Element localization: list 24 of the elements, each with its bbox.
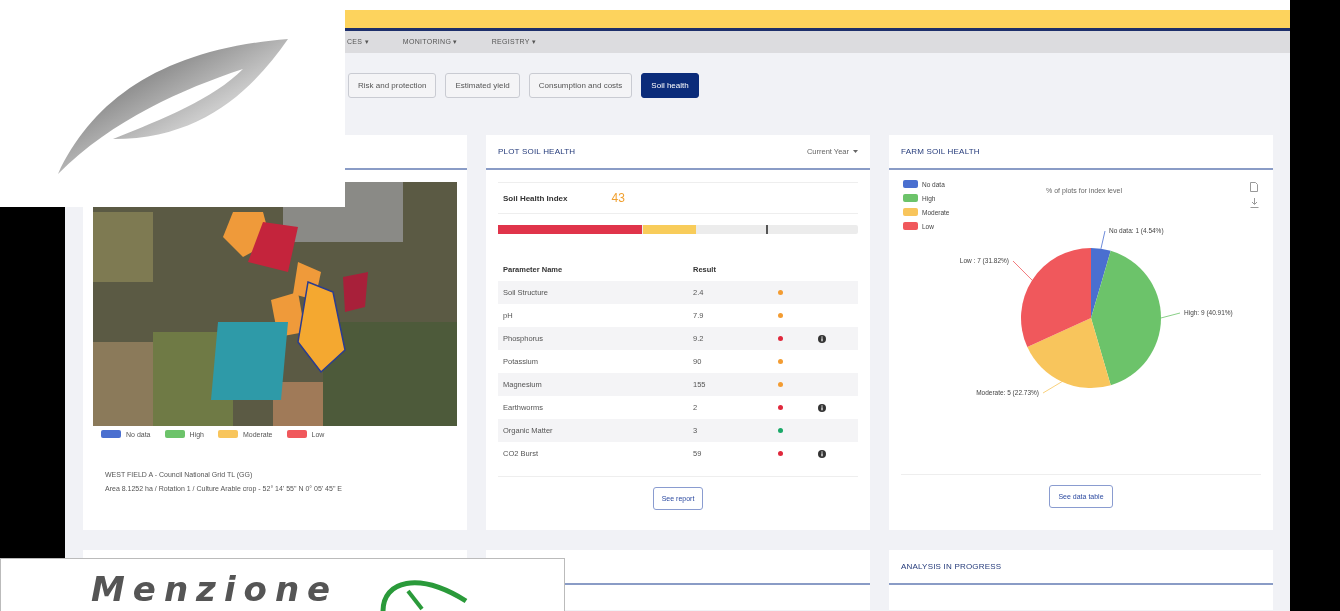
leader-line (1100, 230, 1106, 250)
award-text: Menzione (91, 571, 339, 607)
download-icon[interactable] (1250, 198, 1259, 208)
tab[interactable]: Estimated yield (445, 73, 520, 98)
index-label: Soil Health Index (503, 193, 568, 203)
legend-swatch (903, 180, 918, 188)
card-title: PLOT SOIL HEALTH (498, 147, 576, 156)
info-icon[interactable] (818, 334, 826, 343)
legend-swatch (903, 222, 918, 230)
document-icon[interactable] (1250, 182, 1258, 192)
caret-icon (853, 150, 858, 153)
legend-swatch (903, 208, 918, 216)
card-title: ANALYSIS IN PROGRESS (901, 562, 1002, 571)
index-value: 43 (611, 191, 625, 205)
tab[interactable]: Risk and protection (348, 73, 437, 98)
leader-line (1012, 260, 1033, 281)
legend-swatch (903, 194, 918, 202)
info-icon[interactable] (818, 403, 826, 412)
info-icon[interactable] (818, 449, 826, 458)
tab[interactable]: Consumption and costs (528, 73, 633, 98)
card-title: FARM SOIL HEALTH (901, 147, 980, 156)
tab[interactable]: Soil health (641, 73, 699, 98)
leader-line (1160, 312, 1181, 319)
leader-line (1042, 381, 1063, 394)
